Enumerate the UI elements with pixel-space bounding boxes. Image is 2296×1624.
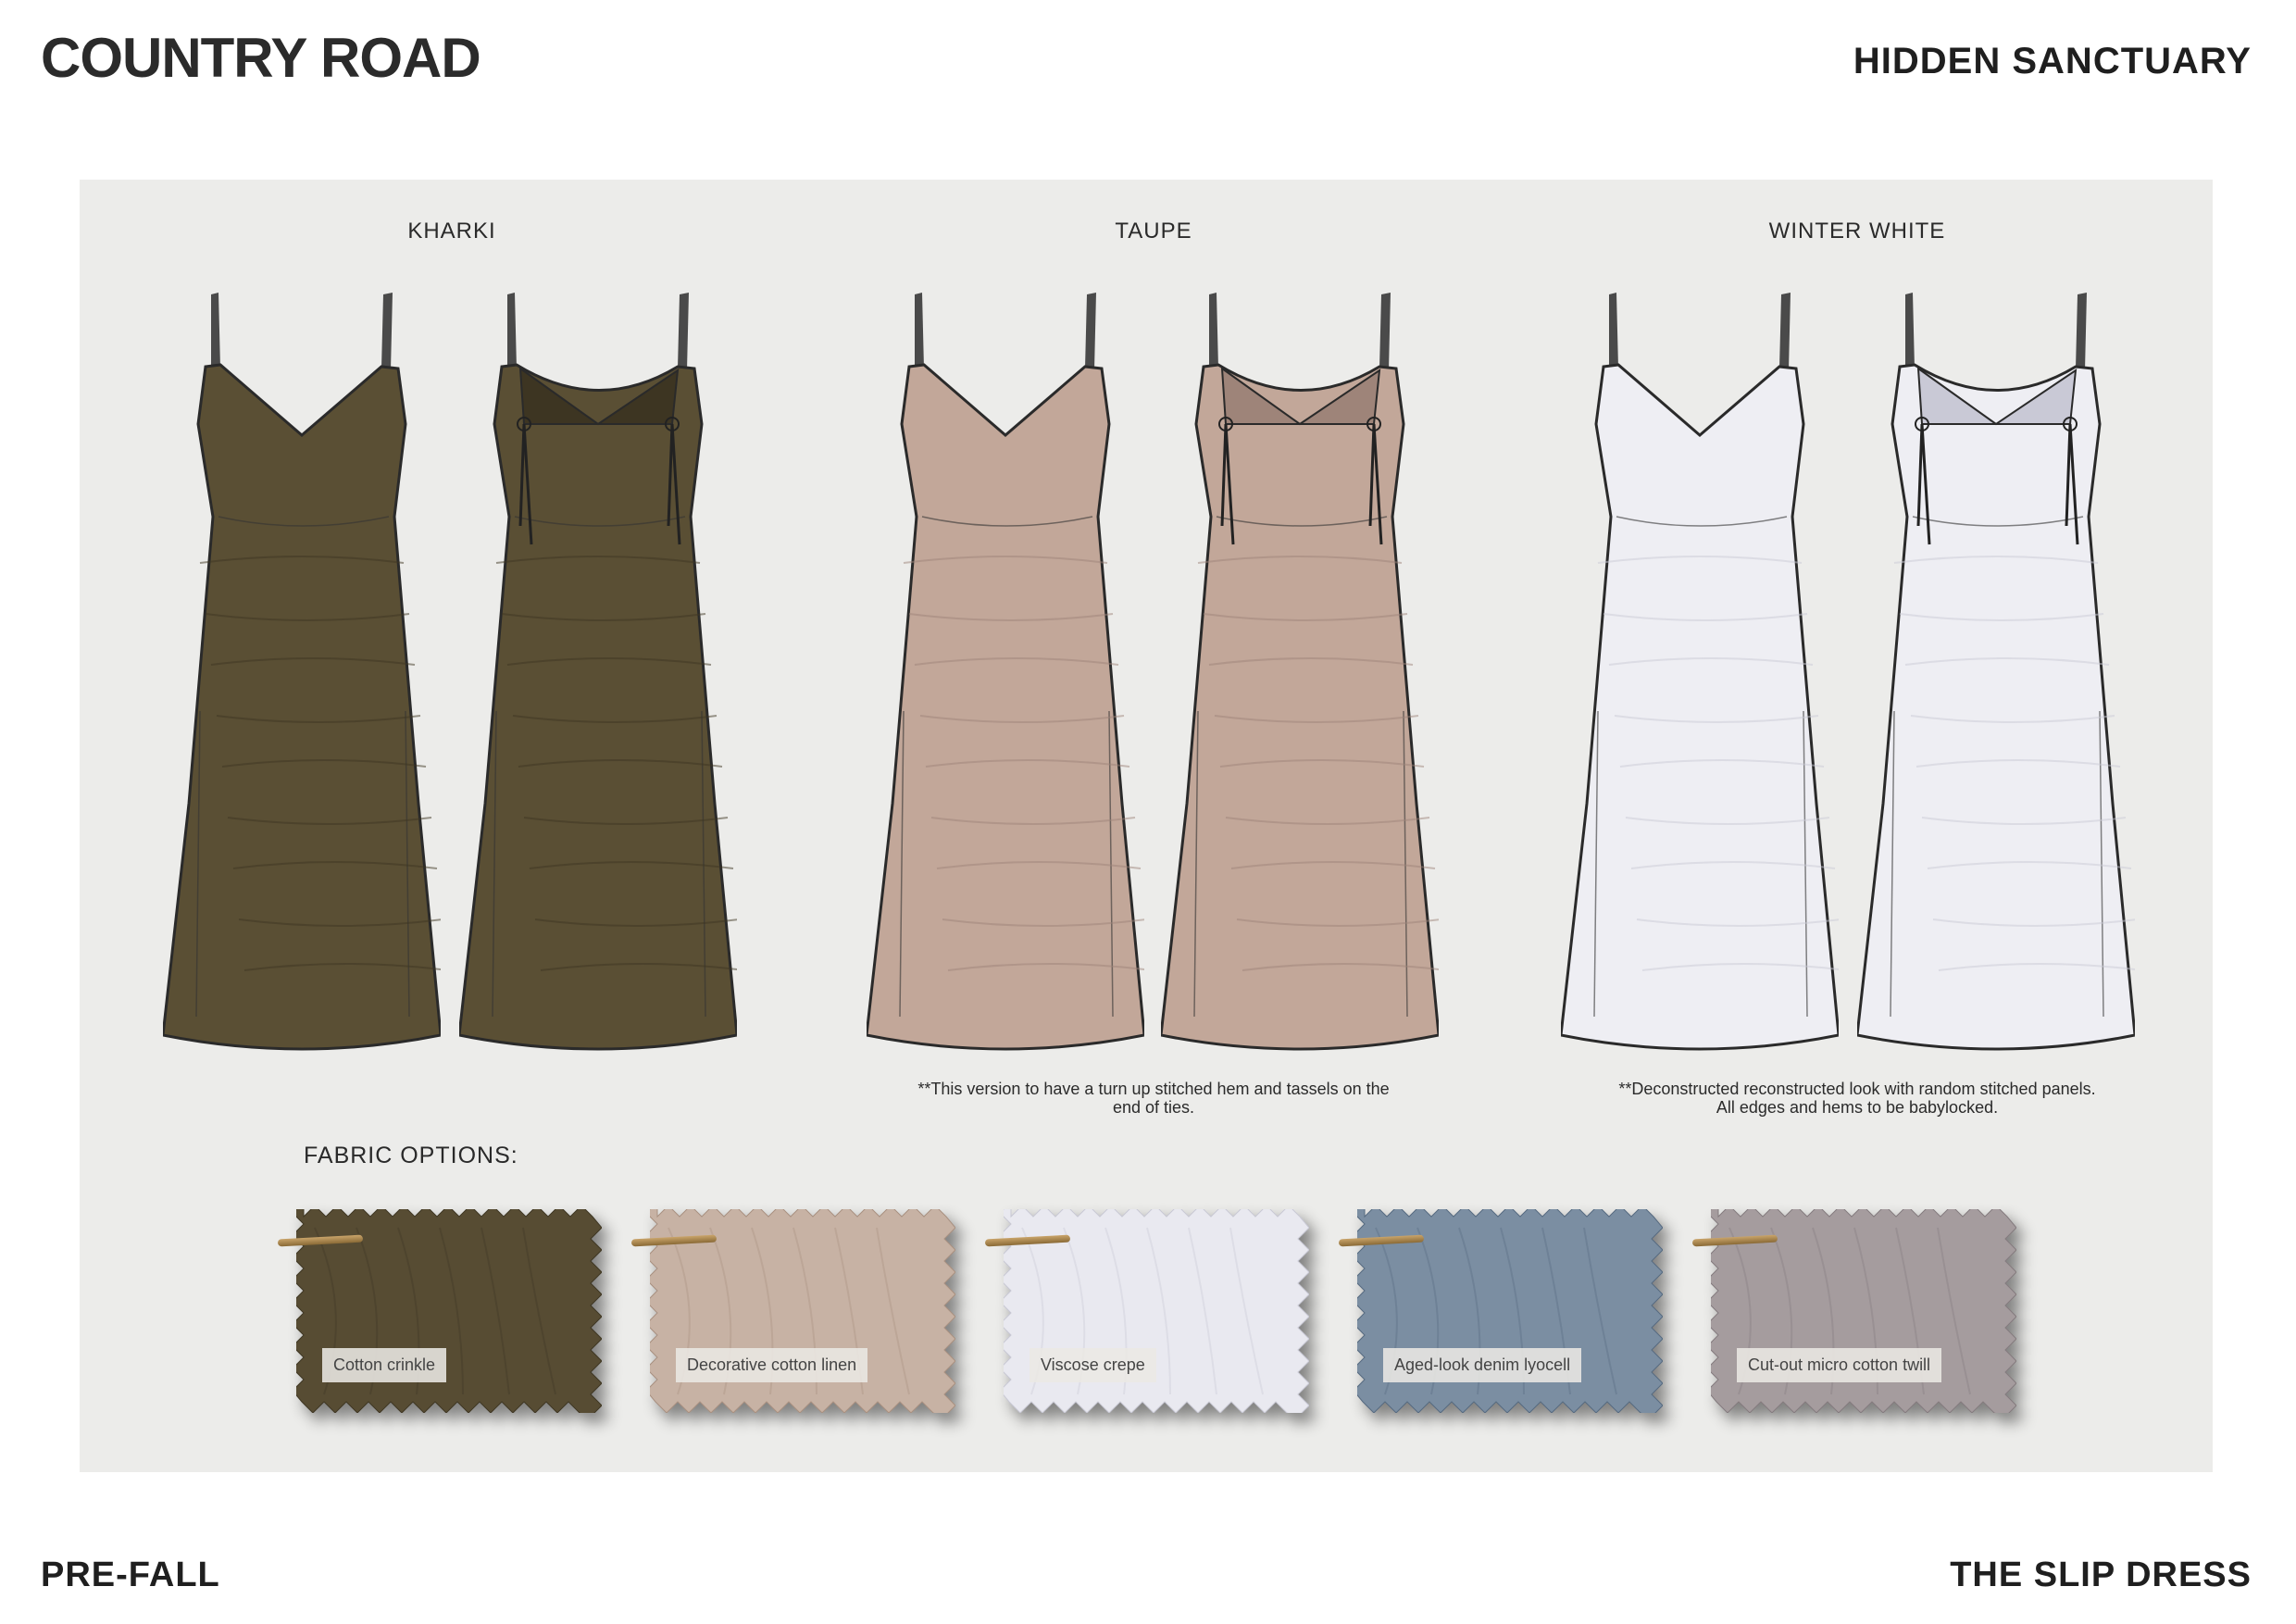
- note-taupe: **This version to have a turn up stitche…: [917, 1080, 1390, 1117]
- colourway-label-taupe: TAUPE: [1115, 219, 1192, 244]
- fabric-swatch-viscose-crepe: Viscose crepe: [984, 1209, 1309, 1413]
- dress-back-kharki: [459, 293, 737, 1051]
- collection-title: HIDDEN SANCTUARY: [1853, 41, 2252, 81]
- swatch-label: Viscose crepe: [1029, 1348, 1156, 1382]
- dress-front-kharki: [163, 293, 441, 1051]
- design-board: KHARKI TAUPE **This version to have a tu…: [80, 180, 2213, 1472]
- swatch-label: Decorative cotton linen: [676, 1348, 868, 1382]
- fabric-swatch-cotton-linen: Decorative cotton linen: [630, 1209, 955, 1413]
- dress-front-winter-white: [1561, 293, 1839, 1051]
- swatch-label: Cotton crinkle: [322, 1348, 447, 1382]
- dress-back-taupe: [1161, 293, 1439, 1051]
- swatch-label: Aged-look denim lyocell: [1383, 1348, 1582, 1382]
- swatch-label: Cut-out micro cotton twill: [1737, 1348, 1942, 1382]
- colourway-label-kharki: KHARKI: [407, 219, 496, 244]
- dress-front-taupe: [867, 293, 1144, 1051]
- fabric-swatch-cotton-crinkle: Cotton crinkle: [277, 1209, 602, 1413]
- brand-logo: COUNTRY ROAD: [41, 27, 481, 89]
- colourway-label-winter-white: WINTER WHITE: [1768, 219, 1946, 244]
- season-label: PRE-FALL: [41, 1555, 220, 1594]
- fabric-swatch-cotton-twill: Cut-out micro cotton twill: [1691, 1209, 2016, 1413]
- note-winter-white: **Deconstructed reconstructed look with …: [1618, 1080, 2096, 1117]
- fabric-swatch-denim-lyocell: Aged-look denim lyocell: [1338, 1209, 1663, 1413]
- dress-back-winter-white: [1857, 293, 2135, 1051]
- fabric-options-title: FABRIC OPTIONS:: [304, 1143, 518, 1168]
- style-name: THE SLIP DRESS: [1950, 1555, 2252, 1594]
